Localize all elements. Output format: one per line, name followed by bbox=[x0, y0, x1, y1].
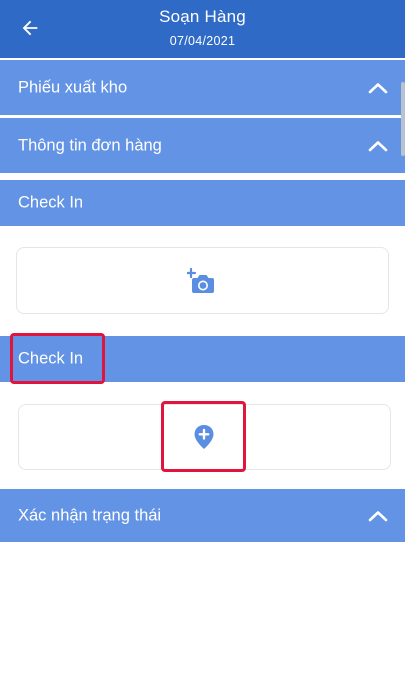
add-location-icon bbox=[194, 425, 214, 449]
chevron-up-icon[interactable] bbox=[367, 81, 389, 95]
chevron-up-icon[interactable] bbox=[367, 139, 389, 153]
section-export-slip-label: Phiếu xuất kho bbox=[18, 78, 128, 96]
scrollbar[interactable] bbox=[401, 82, 405, 156]
section-check-in-location-label: Check In bbox=[18, 349, 84, 368]
section-order-info-header[interactable]: Thông tin đơn hàng bbox=[0, 118, 405, 173]
add-photo-icon bbox=[187, 267, 214, 293]
add-location-button[interactable] bbox=[191, 423, 217, 451]
section-check-in-photo-header[interactable]: Check In bbox=[0, 180, 405, 226]
section-check-in-location-header[interactable]: Check In bbox=[0, 336, 405, 382]
section-status-confirm-label: Xác nhận trạng thái bbox=[18, 506, 162, 524]
section-status-confirm-header[interactable]: Xác nhận trạng thái bbox=[0, 489, 405, 542]
section-order-info-label: Thông tin đơn hàng bbox=[18, 136, 162, 154]
app-bar: Soạn Hàng 07/04/2021 bbox=[0, 0, 405, 58]
page-title: Soạn Hàng bbox=[159, 7, 246, 26]
page-date: 07/04/2021 bbox=[169, 34, 236, 48]
section-export-slip-header[interactable]: Phiếu xuất kho bbox=[0, 60, 405, 115]
add-photo-button[interactable] bbox=[186, 265, 218, 297]
section-check-in-photo-label: Check In bbox=[18, 193, 84, 212]
chevron-up-icon[interactable] bbox=[367, 509, 389, 523]
